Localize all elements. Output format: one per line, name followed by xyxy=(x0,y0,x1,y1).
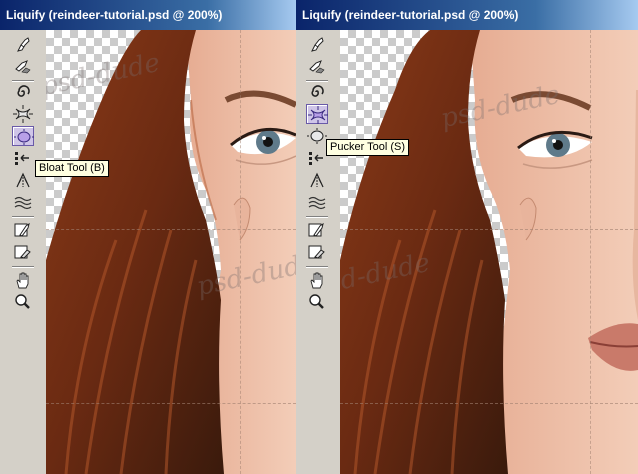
forward-warp-tool-button[interactable] xyxy=(12,34,34,54)
toolbar-divider xyxy=(12,216,34,218)
twirl-tool-button[interactable] xyxy=(12,82,34,102)
liquify-window-left: Liquify (reindeer-tutorial.psd @ 200%) p… xyxy=(0,0,297,474)
thaw-mask-tool-button[interactable] xyxy=(306,242,328,262)
pucker-tool-button[interactable] xyxy=(306,104,328,124)
bloat-tool-button[interactable] xyxy=(306,126,328,146)
hand-tool-button[interactable] xyxy=(306,270,328,290)
preview-canvas[interactable]: psd-dude psd-dude xyxy=(46,30,296,474)
pucker-icon xyxy=(13,105,33,123)
guide-line xyxy=(46,229,296,230)
bloat-icon xyxy=(307,128,327,144)
mirror-tool-button[interactable] xyxy=(12,170,34,190)
twirl-tool-button[interactable] xyxy=(306,82,328,102)
toolbar-divider xyxy=(306,266,328,268)
zoom-icon xyxy=(15,294,30,309)
turbulence-icon xyxy=(14,196,32,210)
reconstruct-brush-icon xyxy=(309,60,325,74)
tool-tooltip: Pucker Tool (S) xyxy=(326,139,409,156)
thaw-mask-icon xyxy=(308,245,325,259)
zoom-icon xyxy=(309,294,324,309)
freeze-mask-tool-button[interactable] xyxy=(306,220,328,240)
window-title: Liquify (reindeer-tutorial.psd @ 200%) xyxy=(296,0,638,30)
reconstruct-tool-button[interactable] xyxy=(12,56,34,76)
zoom-tool-button[interactable] xyxy=(306,292,328,312)
forward-warp-tool-button[interactable] xyxy=(306,34,328,54)
hand-icon xyxy=(310,272,323,289)
mirror-icon xyxy=(16,172,30,188)
preview-canvas[interactable]: psd-dude psd-dude xyxy=(340,30,638,474)
hand-icon xyxy=(16,272,29,289)
twirl-icon xyxy=(17,85,30,97)
guide-line xyxy=(240,30,241,474)
freeze-mask-tool-button[interactable] xyxy=(12,220,34,240)
toolbar-divider xyxy=(306,216,328,218)
finger-brush-icon xyxy=(311,37,324,52)
twirl-icon xyxy=(311,85,324,97)
turbulence-tool-button[interactable] xyxy=(306,192,328,212)
toolbar-divider xyxy=(12,266,34,268)
bloat-icon xyxy=(14,129,34,145)
tool-tooltip: Bloat Tool (B) xyxy=(35,160,109,177)
finger-brush-icon xyxy=(17,37,30,52)
freeze-mask-icon xyxy=(308,222,324,237)
push-left-tool-button[interactable] xyxy=(12,148,34,168)
portrait-image xyxy=(46,30,296,474)
pucker-icon xyxy=(308,106,328,124)
liquify-window-right: Liquify (reindeer-tutorial.psd @ 200%) p… xyxy=(296,0,638,474)
pucker-tool-button[interactable] xyxy=(12,104,34,124)
push-left-icon xyxy=(15,152,29,165)
thaw-mask-tool-button[interactable] xyxy=(12,242,34,262)
bloat-tool-button[interactable] xyxy=(12,126,34,146)
mirror-tool-button[interactable] xyxy=(306,170,328,190)
hand-tool-button[interactable] xyxy=(12,270,34,290)
turbulence-icon xyxy=(308,196,326,210)
turbulence-tool-button[interactable] xyxy=(12,192,34,212)
thaw-mask-icon xyxy=(14,245,31,259)
push-left-tool-button[interactable] xyxy=(306,148,328,168)
window-title: Liquify (reindeer-tutorial.psd @ 200%) xyxy=(0,0,296,30)
push-left-icon xyxy=(309,152,323,165)
reconstruct-tool-button[interactable] xyxy=(306,56,328,76)
guide-line xyxy=(590,30,591,474)
guide-line xyxy=(340,229,638,230)
liquify-toolbar xyxy=(0,30,42,474)
reconstruct-brush-icon xyxy=(15,60,31,74)
guide-line xyxy=(340,403,638,404)
liquify-toolbar xyxy=(296,30,338,474)
freeze-mask-icon xyxy=(14,222,30,237)
mirror-icon xyxy=(310,172,324,188)
guide-line xyxy=(46,403,296,404)
zoom-tool-button[interactable] xyxy=(12,292,34,312)
